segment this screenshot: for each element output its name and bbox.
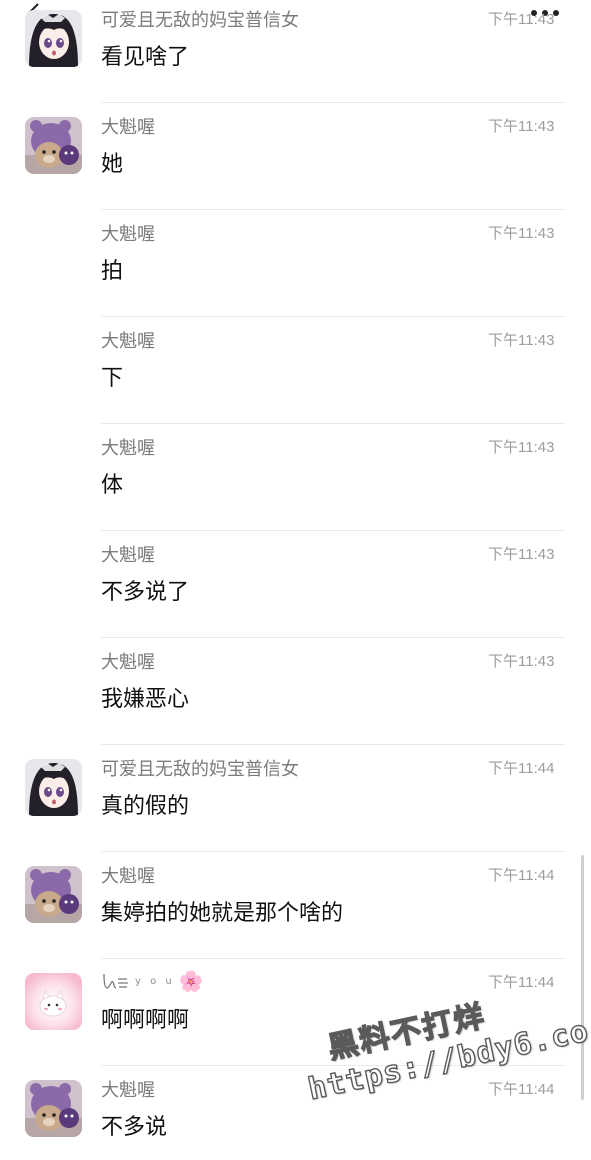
message-text: 真的假的 bbox=[101, 794, 190, 819]
sender-name: 大魁喔 bbox=[101, 438, 155, 459]
message-text: 集婷拍的她就是那个啥的 bbox=[101, 901, 344, 926]
message-text: 体 bbox=[101, 473, 124, 498]
message-row[interactable]: 大魁喔 下午11:43 不多说了 bbox=[0, 531, 591, 638]
message-row[interactable]: 大魁喔 下午11:43 她 bbox=[0, 103, 591, 210]
avatar[interactable] bbox=[25, 1080, 82, 1137]
message-text: 不多说 bbox=[101, 1115, 168, 1140]
message-time: 下午11:44 bbox=[488, 760, 555, 777]
message-text: 她 bbox=[101, 152, 124, 177]
avatar[interactable] bbox=[25, 10, 82, 67]
message-row[interactable]: 大魁喔 下午11:43 拍 bbox=[0, 210, 591, 317]
message-row[interactable]: 大魁喔 下午11:43 体 bbox=[0, 424, 591, 531]
avatar[interactable] bbox=[25, 759, 82, 816]
sender-name: 大魁喔 bbox=[101, 1080, 155, 1101]
message-time: 下午11:43 bbox=[488, 439, 555, 456]
sender-name-text: y o u bbox=[135, 975, 175, 987]
message-time: 下午11:43 bbox=[488, 225, 555, 242]
message-time: 下午11:44 bbox=[488, 867, 555, 884]
message-row[interactable]: 大魁喔 下午11:44 集婷拍的她就是那个啥的 bbox=[0, 852, 591, 959]
sender-name: 大魁喔 bbox=[101, 866, 155, 887]
message-row[interactable]: 可爱且无敌的妈宝普信女 下午11:43 看见啥了 bbox=[0, 0, 591, 103]
message-row[interactable]: 大魁喔 下午11:44 不多说 bbox=[0, 1066, 591, 1160]
pink-cat-avatar-icon bbox=[25, 973, 82, 1030]
sender-name: 大魁喔 bbox=[101, 652, 155, 673]
sender-name: 可爱且无敌的妈宝普信女 bbox=[101, 759, 299, 780]
avatar[interactable] bbox=[25, 117, 82, 174]
message-time: 下午11:44 bbox=[488, 1081, 555, 1098]
sender-name: 大魁喔 bbox=[101, 117, 155, 138]
avatar[interactable] bbox=[25, 866, 82, 923]
teddy-bear-avatar-icon bbox=[25, 117, 82, 174]
message-time: 下午11:43 bbox=[488, 653, 555, 670]
message-time: 下午11:43 bbox=[488, 546, 555, 563]
sender-name: y o u 🌸 bbox=[101, 969, 204, 993]
teddy-bear-avatar-icon bbox=[25, 866, 82, 923]
chat-screen: 可爱且无敌的妈宝普信女 下午11:43 看见啥了 大魁喔 下午11:43 她 大… bbox=[0, 0, 591, 1160]
avatar[interactable] bbox=[25, 973, 82, 1030]
message-time: 下午11:43 bbox=[488, 11, 555, 28]
message-time: 下午11:43 bbox=[488, 332, 555, 349]
handwriting-icon bbox=[103, 973, 128, 989]
anime-girl-avatar-icon bbox=[25, 10, 82, 67]
sender-name: 大魁喔 bbox=[101, 545, 155, 566]
cherry-blossom-icon: 🌸 bbox=[178, 969, 204, 993]
message-time: 下午11:43 bbox=[488, 118, 555, 135]
message-row[interactable]: 大魁喔 下午11:43 我嫌恶心 bbox=[0, 638, 591, 745]
message-row[interactable]: 可爱且无敌的妈宝普信女 下午11:44 真的假的 bbox=[0, 745, 591, 852]
teddy-bear-avatar-icon bbox=[25, 1080, 82, 1137]
message-text: 不多说了 bbox=[101, 580, 190, 605]
message-text: 我嫌恶心 bbox=[101, 687, 190, 712]
message-text: 下 bbox=[101, 366, 124, 391]
message-text: 看见啥了 bbox=[101, 45, 190, 70]
sender-name: 大魁喔 bbox=[101, 331, 155, 352]
sender-name: 大魁喔 bbox=[101, 224, 155, 245]
message-row[interactable]: 大魁喔 下午11:43 下 bbox=[0, 317, 591, 424]
message-text: 啊啊啊啊 bbox=[101, 1008, 190, 1033]
sender-name: 可爱且无敌的妈宝普信女 bbox=[101, 10, 299, 31]
message-text: 拍 bbox=[101, 259, 124, 284]
anime-girl-avatar-icon bbox=[25, 759, 82, 816]
